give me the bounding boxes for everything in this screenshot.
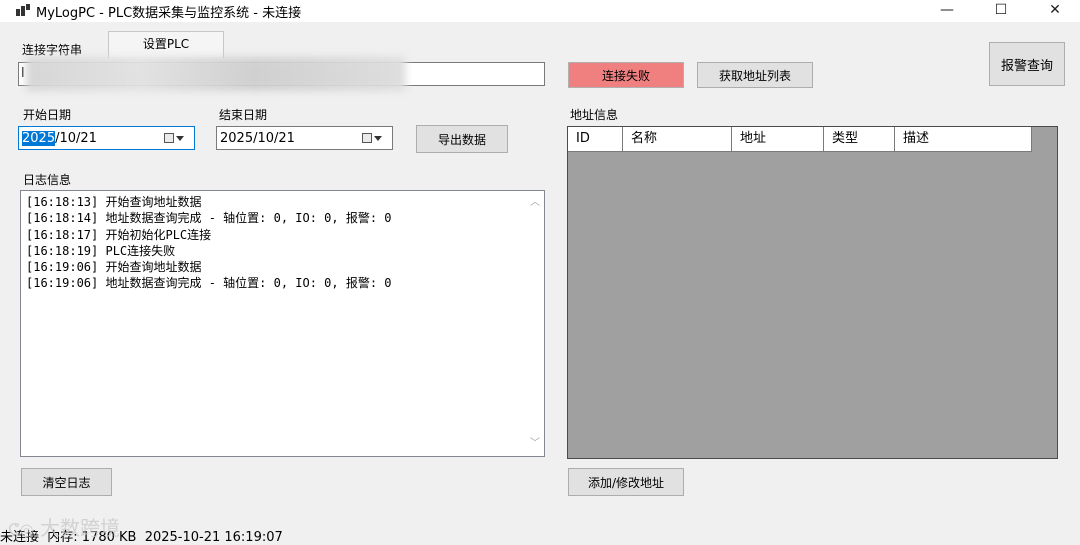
tab-connection-string[interactable]: 连接字符串 [22, 41, 82, 58]
maximize-button[interactable]: ☐ [978, 0, 1024, 22]
log-line: [16:18:17] 开始初始化PLC连接 [26, 227, 212, 242]
start-date-label: 开始日期 [23, 108, 72, 122]
end-date-picker[interactable]: 2025/10/21 [216, 126, 393, 150]
app-icon [16, 4, 30, 18]
start-date-selected-year: 2025 [22, 130, 56, 146]
column-header-address[interactable]: 地址 [732, 127, 824, 152]
scroll-down-icon[interactable]: ﹀ [530, 436, 540, 452]
alarm-query-button[interactable]: 报警查询 [989, 42, 1065, 86]
log-textbox[interactable]: [16:18:13] 开始查询地址数据 [16:18:14] 地址数据查询完成 … [20, 190, 545, 457]
watermark-text: 大数跨境 [40, 516, 120, 540]
calendar-dropdown-icon[interactable] [164, 131, 186, 145]
calendar-dropdown-icon[interactable] [362, 131, 384, 145]
scroll-up-icon[interactable]: ︿ [530, 195, 540, 211]
add-edit-address-button[interactable]: 添加/修改地址 [568, 468, 684, 496]
redacted-blur [26, 57, 406, 91]
close-button[interactable]: ✕ [1032, 0, 1078, 22]
log-line: [16:18:19] PLC连接失败 [26, 243, 176, 258]
get-address-list-button[interactable]: 获取地址列表 [697, 62, 813, 88]
address-info-label: 地址信息 [570, 108, 619, 122]
title-bar: MyLogPC - PLC数据采集与监控系统 - 未连接 — ☐ ✕ [0, 0, 1080, 22]
export-data-button[interactable]: 导出数据 [416, 125, 508, 153]
tab-plc-settings[interactable]: 设置PLC [108, 31, 224, 58]
address-grid[interactable] [567, 126, 1058, 459]
column-header-description[interactable]: 描述 [895, 127, 1032, 152]
log-label: 日志信息 [23, 173, 72, 187]
column-header-type[interactable]: 类型 [824, 127, 895, 152]
column-header-name[interactable]: 名称 [623, 127, 732, 152]
log-line: [16:18:13] 开始查询地址数据 [26, 195, 202, 209]
column-header-id[interactable]: ID [568, 127, 623, 152]
end-date-value: 2025/10/21 [220, 130, 295, 146]
clear-log-button[interactable]: 清空日志 [21, 468, 112, 496]
connection-string-value: l [21, 66, 25, 81]
watermark: ᕦ◎ 大数跨境 [8, 512, 120, 541]
connection-status-button[interactable]: 连接失败 [568, 62, 684, 88]
start-date-picker[interactable]: 2025/10/21 [18, 126, 195, 150]
end-date-label: 结束日期 [219, 108, 268, 122]
log-line: [16:19:06] 地址数据查询完成 - 轴位置: 0, IO: 0, 报警:… [26, 276, 392, 291]
status-bar: 未连接 内存: 1780 KB 2025-10-21 16:19:07 [0, 526, 1080, 545]
watermark-logo-icon: ᕦ◎ [8, 520, 34, 539]
minimize-button[interactable]: — [924, 0, 970, 22]
address-grid-header: ID 名称 地址 类型 描述 [568, 127, 1032, 152]
log-line: [16:18:14] 地址数据查询完成 - 轴位置: 0, IO: 0, 报警:… [26, 211, 392, 226]
start-date-rest: /10/21 [55, 130, 97, 146]
log-line: [16:19:06] 开始查询地址数据 [26, 260, 202, 275]
window-title: MyLogPC - PLC数据采集与监控系统 - 未连接 [36, 6, 302, 21]
